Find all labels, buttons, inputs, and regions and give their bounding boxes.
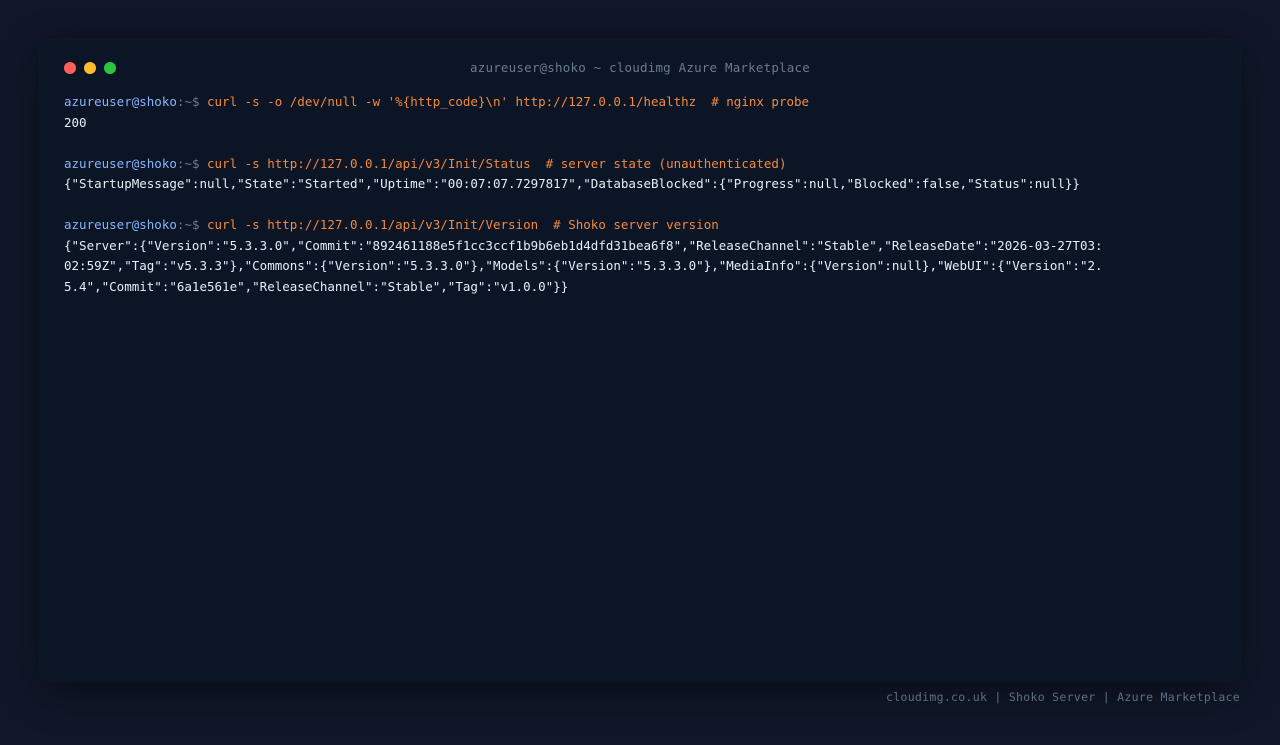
terminal-output[interactable]: azureuser@shoko:~$ curl -s -o /dev/null …: [64, 92, 1214, 297]
command-output: {"Server":{"Version":"5.3.3.0","Commit":…: [64, 237, 1103, 294]
terminal-window: azureuser@shoko ~ cloudimg Azure Marketp…: [40, 40, 1240, 682]
command-text: curl -s http://127.0.0.1/api/v3/Init/Sta…: [207, 155, 787, 171]
prompt-path: :~$: [176, 155, 207, 171]
footer-caption: cloudimg.co.uk | Shoko Server | Azure Ma…: [886, 690, 1240, 704]
command-output: 200: [64, 114, 87, 130]
title-bar: azureuser@shoko ~ cloudimg Azure Marketp…: [40, 40, 1240, 96]
prompt-path: :~$: [176, 94, 207, 109]
prompt-line: azureuser@shoko:~$ curl -s http://127.0.…: [64, 215, 1214, 236]
prompt-line: azureuser@shoko:~$ curl -s http://127.0.…: [64, 154, 1214, 175]
prompt-user: azureuser@shoko: [64, 155, 177, 171]
command-output: {"StartupMessage":null,"State":"Started"…: [64, 176, 1080, 191]
command-text: curl -s http://127.0.0.1/api/v3/Init/Ver…: [207, 217, 719, 232]
window-title: azureuser@shoko ~ cloudimg Azure Marketp…: [470, 60, 810, 75]
prompt-path: :~$: [176, 217, 207, 232]
prompt-user: azureuser@shoko: [64, 94, 177, 109]
command-text: curl -s -o /dev/null -w '%{http_code}\n'…: [207, 94, 810, 109]
prompt-line: azureuser@shoko:~$ curl -s -o /dev/null …: [64, 92, 1214, 113]
prompt-user: azureuser@shoko: [64, 217, 177, 232]
